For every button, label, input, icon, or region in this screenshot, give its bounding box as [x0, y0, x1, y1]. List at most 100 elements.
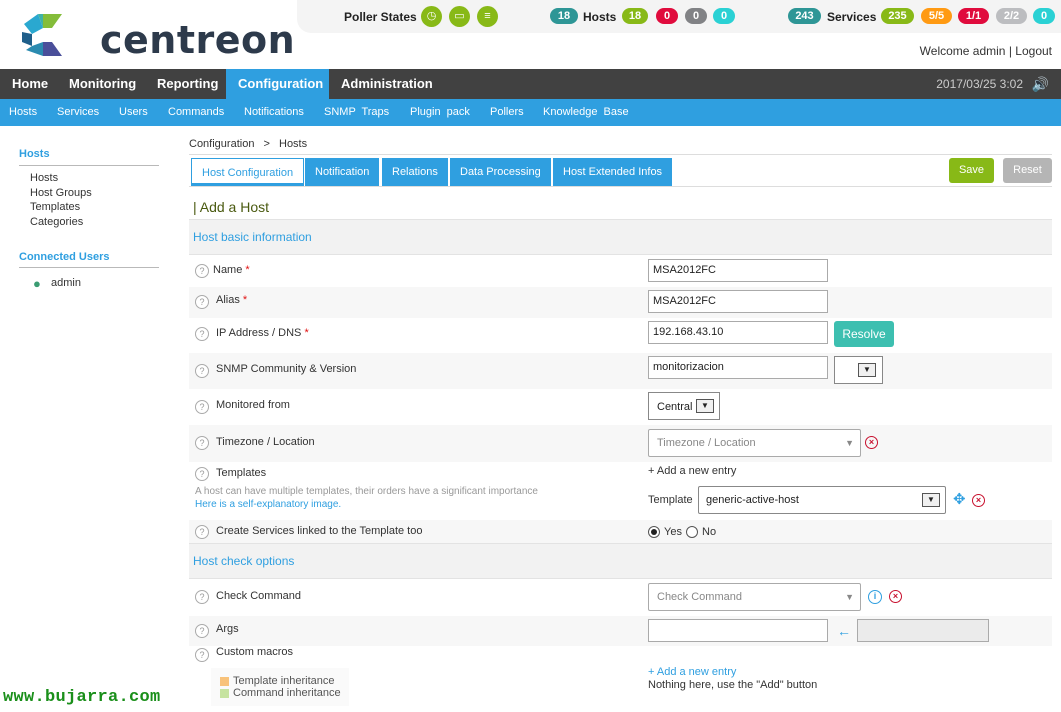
templates-help-link[interactable]: Here is a self-explanatory image.: [195, 499, 341, 510]
logout-link[interactable]: Logout: [1015, 44, 1052, 58]
submenu-users[interactable]: Users: [119, 99, 148, 126]
speaker-icon[interactable]: 🔊: [1032, 76, 1049, 93]
welcome-text: Welcome admin: [919, 44, 1006, 58]
resolve-button[interactable]: Resolve: [834, 321, 894, 347]
breadcrumb-root[interactable]: Configuration: [189, 138, 254, 150]
form-row-args: ? Args ←: [189, 616, 1052, 646]
services-warning-badge[interactable]: 5/5: [921, 8, 952, 24]
sidebar-item-hosts[interactable]: Hosts: [30, 172, 58, 184]
template-select[interactable]: generic-active-host ▼: [698, 486, 946, 514]
services-pending-badge[interactable]: 0: [1033, 8, 1055, 24]
template-label: Template: [648, 494, 693, 506]
submenu-knowledge-base[interactable]: Knowledge Base: [543, 99, 629, 126]
ip-input[interactable]: 192.168.43.10: [648, 321, 828, 344]
sidebar-hosts-title[interactable]: Hosts: [19, 148, 50, 160]
sidebar-item-templates[interactable]: Templates: [30, 201, 80, 213]
info-icon[interactable]: i: [868, 590, 882, 604]
yes-label[interactable]: Yes: [664, 526, 682, 538]
centreon-logo[interactable]: centreon: [18, 12, 295, 62]
help-icon[interactable]: ?: [195, 400, 209, 414]
remove-template-icon[interactable]: ×: [972, 494, 985, 507]
alias-input[interactable]: MSA2012FC: [648, 290, 828, 313]
welcome-separator: |: [1008, 44, 1012, 58]
snmp-community-input[interactable]: monitorizacion: [648, 356, 828, 379]
alias-label: Alias *: [216, 294, 248, 306]
help-icon[interactable]: ?: [195, 295, 209, 309]
add-template-link[interactable]: + Add a new entry: [648, 465, 736, 477]
args-preview-field: [857, 619, 989, 642]
connected-user[interactable]: admin: [51, 277, 81, 289]
help-icon[interactable]: ?: [195, 590, 209, 604]
services-unknown-badge[interactable]: 2/2: [996, 8, 1027, 24]
hosts-total-badge[interactable]: 18: [550, 8, 578, 24]
macros-empty-text: Nothing here, use the "Add" button: [648, 679, 818, 691]
services-total-badge[interactable]: 243: [788, 8, 821, 24]
create-services-yes-radio[interactable]: [648, 526, 660, 538]
help-icon[interactable]: ?: [195, 624, 209, 638]
menu-home[interactable]: Home: [0, 69, 60, 99]
help-icon[interactable]: ?: [195, 648, 209, 662]
submenu-hosts[interactable]: Hosts: [9, 99, 37, 126]
tab-relations[interactable]: Relations: [382, 158, 448, 186]
breadcrumb-separator: >: [263, 138, 270, 150]
hosts-unreachable-badge[interactable]: 0: [685, 8, 707, 24]
check-command-select[interactable]: Check Command ▼: [648, 583, 861, 611]
stack-icon[interactable]: ≡: [477, 6, 498, 27]
menu-administration[interactable]: Administration: [329, 69, 445, 99]
submenu-snmp-traps[interactable]: SNMP Traps: [324, 99, 389, 126]
database-icon[interactable]: ▭: [449, 6, 470, 27]
form-row-timezone: ? Timezone / Location Timezone / Locatio…: [189, 425, 1052, 462]
clear-icon[interactable]: ×: [889, 590, 902, 603]
help-icon[interactable]: ?: [195, 264, 209, 278]
sidebar-divider: [19, 267, 159, 268]
menu-reporting[interactable]: Reporting: [145, 69, 230, 99]
submenu-plugin-pack[interactable]: Plugin pack: [410, 99, 470, 126]
submenu-commands[interactable]: Commands: [168, 99, 224, 126]
add-macro-link[interactable]: + Add a new entry: [648, 666, 736, 678]
help-icon[interactable]: ?: [195, 327, 209, 341]
templates-hint: A host can have multiple templates, thei…: [195, 486, 538, 497]
save-button[interactable]: Save: [949, 158, 994, 183]
services-critical-badge[interactable]: 1/1: [958, 8, 989, 24]
tab-host-extended-infos[interactable]: Host Extended Infos: [553, 158, 673, 186]
tab-notification[interactable]: Notification: [305, 158, 380, 186]
tab-host-configuration[interactable]: Host Configuration: [191, 158, 305, 186]
brand-name: centreon: [100, 18, 296, 62]
hosts-label[interactable]: Hosts: [583, 10, 616, 24]
move-icon[interactable]: ✥: [953, 490, 966, 508]
help-icon[interactable]: ?: [195, 525, 209, 539]
monitored-from-select[interactable]: Central ▼: [648, 392, 720, 420]
tab-data-processing[interactable]: Data Processing: [450, 158, 551, 186]
sidebar-item-host-groups[interactable]: Host Groups: [30, 187, 92, 199]
timezone-label: Timezone / Location: [216, 436, 315, 448]
divider: [189, 154, 1052, 155]
arrow-left-icon[interactable]: ←: [837, 623, 851, 639]
clear-icon[interactable]: ×: [865, 436, 878, 449]
help-icon[interactable]: ?: [195, 436, 209, 450]
hosts-pending-badge[interactable]: 0: [713, 8, 735, 24]
help-icon[interactable]: ?: [195, 364, 209, 378]
sidebar-item-categories[interactable]: Categories: [30, 216, 83, 228]
help-icon[interactable]: ?: [195, 467, 209, 481]
breadcrumb-current[interactable]: Hosts: [279, 138, 307, 150]
name-input[interactable]: MSA2012FC: [648, 259, 828, 282]
submenu-pollers[interactable]: Pollers: [490, 99, 524, 126]
hosts-down-badge[interactable]: 0: [656, 8, 678, 24]
timezone-select[interactable]: Timezone / Location ▼: [648, 429, 861, 457]
submenu-services[interactable]: Services: [57, 99, 99, 126]
hosts-up-badge[interactable]: 18: [622, 8, 648, 24]
menu-monitoring[interactable]: Monitoring: [57, 69, 148, 99]
name-label: Name *: [213, 264, 250, 276]
services-label[interactable]: Services: [827, 10, 876, 24]
create-services-no-radio[interactable]: [686, 526, 698, 538]
clock-icon[interactable]: ◷: [421, 6, 442, 27]
services-ok-badge[interactable]: 235: [881, 8, 914, 24]
no-label[interactable]: No: [702, 526, 716, 538]
poller-states-label: Poller States: [344, 10, 417, 24]
section-host-basic-information: Host basic information: [189, 219, 1052, 255]
args-input[interactable]: [648, 619, 828, 642]
submenu-notifications[interactable]: Notifications: [244, 99, 304, 126]
snmp-version-select[interactable]: ▼: [834, 356, 883, 384]
reset-button[interactable]: Reset: [1003, 158, 1052, 183]
menu-configuration[interactable]: Configuration: [226, 69, 329, 99]
